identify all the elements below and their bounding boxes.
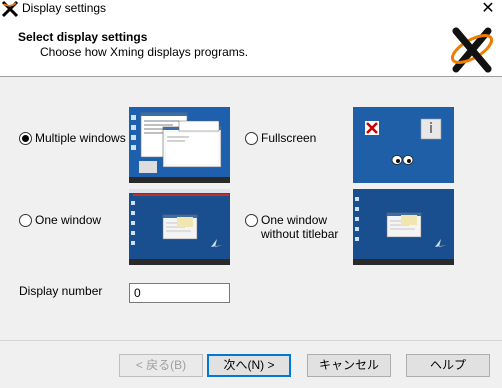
xming-app-icon <box>1 0 19 18</box>
close-icon[interactable]: ✕ <box>474 0 502 18</box>
display-number-label: Display number <box>19 284 103 298</box>
radio-multiple-windows[interactable] <box>19 132 32 145</box>
preview-one-window <box>129 189 230 265</box>
option-label: One window without titlebar <box>261 213 339 241</box>
option-one-window[interactable]: One window <box>19 213 101 227</box>
radio-fullscreen[interactable] <box>245 132 258 145</box>
title-bar: Display settings ✕ <box>0 0 502 18</box>
help-button[interactable]: ヘルプ <box>406 354 490 377</box>
wizard-header: Select display settings Choose how Xming… <box>0 18 502 77</box>
xming-logo-icon <box>450 27 494 73</box>
display-number-input[interactable] <box>129 283 230 303</box>
page-subtitle: Choose how Xming displays programs. <box>40 45 249 59</box>
back-button[interactable]: < 戻る(B) <box>119 354 203 377</box>
footer-separator <box>0 340 502 341</box>
window-title: Display settings <box>22 1 107 15</box>
option-label: Fullscreen <box>261 131 317 145</box>
preview-one-window-no-titlebar <box>353 189 454 265</box>
next-button[interactable]: 次へ(N) > <box>207 354 291 377</box>
option-one-window-no-titlebar[interactable]: One window without titlebar <box>245 213 338 241</box>
option-multiple-windows[interactable]: Multiple windows <box>19 131 126 145</box>
option-label: One window <box>35 213 102 227</box>
preview-multiple-windows <box>129 107 230 183</box>
radio-one-window[interactable] <box>19 214 32 227</box>
preview-fullscreen <box>353 107 454 183</box>
radio-one-window-no-titlebar[interactable] <box>245 214 258 227</box>
page-title: Select display settings <box>18 30 148 44</box>
option-fullscreen[interactable]: Fullscreen <box>245 131 316 145</box>
cancel-button[interactable]: キャンセル <box>307 354 391 377</box>
option-label: Multiple windows <box>35 131 126 145</box>
